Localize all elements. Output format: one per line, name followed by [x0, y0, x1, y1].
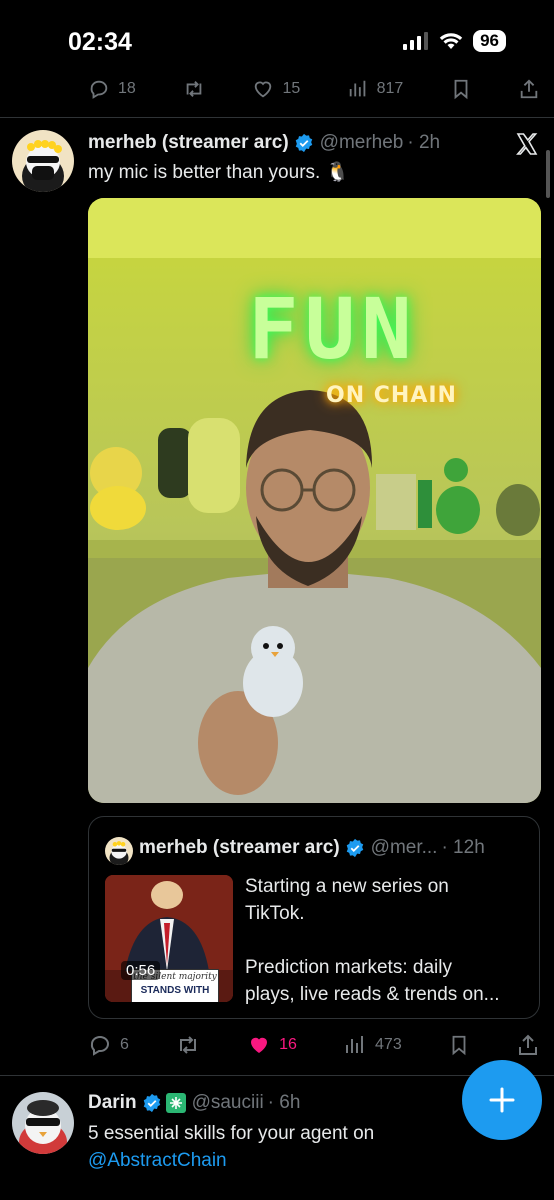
- battery-indicator: 96: [473, 30, 506, 52]
- heart-icon: [255, 81, 272, 98]
- prev-like-button[interactable]: 15: [252, 78, 300, 100]
- quote-author-handle: @mer...: [370, 837, 438, 858]
- tweet-text: my mic is better than yours. 🐧: [88, 162, 350, 183]
- prev-tweet-actions: 18 15 817: [88, 78, 540, 100]
- share-icon: [520, 79, 538, 99]
- signal-icon: [403, 32, 429, 50]
- next-tweet-header: Darin @sauciii · 6h: [88, 1092, 300, 1114]
- bookmark-button[interactable]: [448, 1033, 470, 1057]
- penguin-avatar-icon: [12, 130, 74, 192]
- tweet-actions: 6 16 473: [88, 1032, 540, 1058]
- share-button[interactable]: [516, 1033, 540, 1057]
- next-tweet-time: · 6h: [267, 1092, 301, 1113]
- quote-author-name: merheb (streamer arc): [139, 837, 340, 858]
- mention-link[interactable]: @AbstractChain: [88, 1147, 374, 1174]
- retweet-icon: [180, 1036, 197, 1054]
- affiliate-badge-icon: [165, 1093, 186, 1113]
- next-author-avatar[interactable]: [12, 1092, 74, 1154]
- divider: [0, 117, 554, 118]
- next-tweet-text: 5 essential skills for your agent on @Ab…: [88, 1120, 374, 1174]
- wifi-icon: [439, 33, 463, 49]
- quote-author-avatar: [105, 837, 133, 865]
- views-icon: [346, 1036, 364, 1053]
- prev-like-count: 15: [282, 80, 301, 97]
- quote-text-line: plays, live reads & trends on...: [245, 984, 500, 1005]
- next-tweet-text-line: 5 essential skills for your agent on: [88, 1123, 375, 1144]
- author-name[interactable]: merheb (streamer arc): [88, 132, 289, 154]
- scrollbar[interactable]: [546, 150, 550, 198]
- verified-icon: [142, 1093, 162, 1113]
- prev-share-button[interactable]: [518, 78, 540, 100]
- quote-text: Starting a new series on TikTok. Predict…: [245, 873, 535, 1008]
- quote-text-line: Starting a new series on: [245, 876, 449, 897]
- penguin-avatar-icon: [12, 1092, 74, 1154]
- reply-icon: [90, 1036, 109, 1056]
- bookmark-icon: [454, 79, 468, 100]
- compose-plus-icon: [489, 1087, 515, 1113]
- reply-icon: [90, 80, 108, 99]
- tweet-header: merheb (streamer arc) @merheb · 2h: [88, 132, 440, 154]
- prev-reply-count: 18: [118, 80, 136, 97]
- prev-views-count: 817: [376, 80, 404, 97]
- author-avatar[interactable]: [12, 130, 74, 192]
- author-handle[interactable]: @merheb: [320, 132, 404, 154]
- quote-video-thumbnail[interactable]: the silent majority STANDS WITH 0:56: [105, 875, 233, 1002]
- neon-sign-sub: ON CHAIN: [326, 383, 457, 408]
- verified-icon: [345, 838, 365, 858]
- retweet-icon: [186, 81, 202, 97]
- bookmark-icon: [452, 1035, 466, 1056]
- tweet-time: · 2h: [407, 132, 441, 153]
- views-count: 473: [375, 1036, 402, 1053]
- x-logo-icon[interactable]: [514, 132, 540, 156]
- share-icon: [518, 1034, 537, 1055]
- heart-icon: [251, 1037, 268, 1053]
- quote-header: merheb (streamer arc) @mer... · 12h: [139, 837, 485, 859]
- podium-sign-text: STANDS WITH: [140, 985, 210, 996]
- tweet-media-image[interactable]: FUN ON CHAIN: [88, 198, 541, 803]
- status-time: 02:34: [68, 28, 132, 56]
- like-button[interactable]: 16: [247, 1033, 297, 1057]
- prev-retweet-button[interactable]: [182, 78, 206, 100]
- views-icon: [349, 80, 365, 97]
- verified-icon: [294, 133, 314, 153]
- neon-sign-main: FUN: [248, 280, 418, 378]
- reply-button[interactable]: 6: [88, 1033, 129, 1057]
- like-count: 16: [279, 1036, 297, 1053]
- reply-count: 6: [120, 1036, 129, 1053]
- compose-button[interactable]: [462, 1060, 542, 1140]
- prev-bookmark-button[interactable]: [450, 78, 472, 100]
- quote-text-line: Prediction markets: daily: [245, 957, 452, 978]
- prev-reply-button[interactable]: 18: [88, 78, 136, 100]
- quote-time: · 12h: [441, 837, 485, 858]
- video-duration: 0:56: [121, 961, 161, 980]
- views-button[interactable]: 473: [343, 1033, 402, 1057]
- next-author-handle[interactable]: @sauciii: [192, 1092, 264, 1114]
- prev-views-button[interactable]: 817: [347, 78, 404, 100]
- status-bar: 02:34 96: [0, 0, 554, 82]
- status-icons: 96: [403, 30, 506, 52]
- retweet-button[interactable]: [175, 1033, 201, 1057]
- next-author-name[interactable]: Darin: [88, 1092, 137, 1114]
- quote-tweet-card[interactable]: merheb (streamer arc) @mer... · 12h the …: [88, 816, 540, 1019]
- quote-text-line: TikTok.: [245, 903, 305, 924]
